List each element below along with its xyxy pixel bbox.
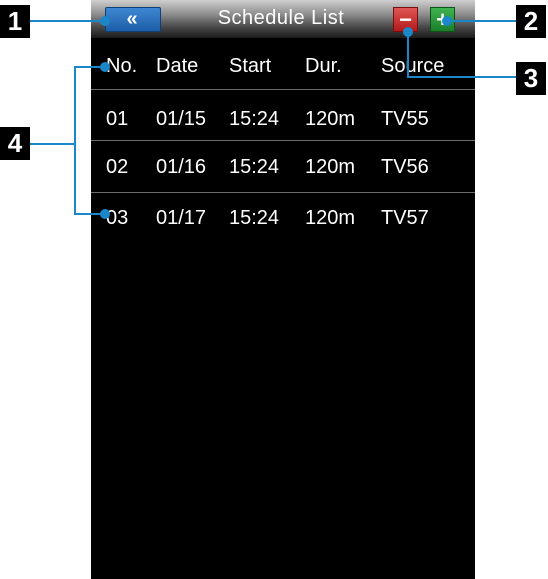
- callout-line: [74, 213, 102, 215]
- cell-source: TV55: [381, 108, 429, 130]
- cell-duration: 120m: [305, 207, 356, 229]
- callout-dot: [403, 27, 413, 37]
- page-title: Schedule List: [217, 7, 345, 29]
- cell-start: 15:24: [229, 156, 280, 178]
- cell-date: 01/17: [156, 207, 207, 229]
- table-row[interactable]: 01 01/15 15:24 120m TV55: [91, 108, 475, 138]
- callout-line: [407, 76, 516, 78]
- cell-source: TV57: [381, 207, 429, 229]
- callout-1: 1: [0, 5, 30, 38]
- cell-duration: 120m: [305, 108, 356, 130]
- back-button[interactable]: «: [105, 7, 161, 32]
- callout-dot: [100, 62, 110, 72]
- cell-no: 01: [106, 108, 129, 130]
- cell-start: 15:24: [229, 108, 280, 130]
- callout-dot: [100, 209, 110, 219]
- callout-dot: [100, 16, 110, 26]
- cell-source: TV56: [381, 156, 429, 178]
- cell-date: 01/16: [156, 156, 207, 178]
- double-chevron-left-icon: «: [126, 8, 137, 30]
- callout-line: [74, 66, 102, 68]
- table-row[interactable]: 03 01/17 15:24 120m TV57: [91, 207, 475, 237]
- cell-no: 02: [106, 156, 129, 178]
- header-start: Start: [229, 55, 272, 77]
- table-row[interactable]: 02 01/16 15:24 120m TV56: [91, 156, 475, 186]
- callout-line: [407, 32, 409, 77]
- divider: [91, 192, 475, 193]
- header-no: No.: [106, 55, 138, 77]
- callout-2: 2: [516, 5, 546, 38]
- divider: [91, 140, 475, 141]
- callout-line: [74, 66, 76, 215]
- callout-line: [447, 20, 516, 22]
- header-source: Source: [381, 55, 445, 77]
- callout-4: 4: [0, 127, 30, 160]
- cell-date: 01/15: [156, 108, 207, 130]
- cell-duration: 120m: [305, 156, 356, 178]
- callout-dot: [442, 16, 452, 26]
- callout-3: 3: [516, 62, 546, 95]
- header-date: Date: [156, 55, 199, 77]
- header-duration: Dur.: [305, 55, 342, 77]
- divider: [91, 89, 475, 90]
- cell-start: 15:24: [229, 207, 280, 229]
- title-bar: « Schedule List − +: [91, 0, 475, 38]
- callout-line: [30, 143, 75, 145]
- schedule-screen: « Schedule List − + No. Date Start Dur. …: [91, 0, 475, 579]
- cell-no: 03: [106, 207, 129, 229]
- callout-line: [30, 20, 104, 22]
- table-header: No. Date Start Dur. Source: [91, 55, 475, 85]
